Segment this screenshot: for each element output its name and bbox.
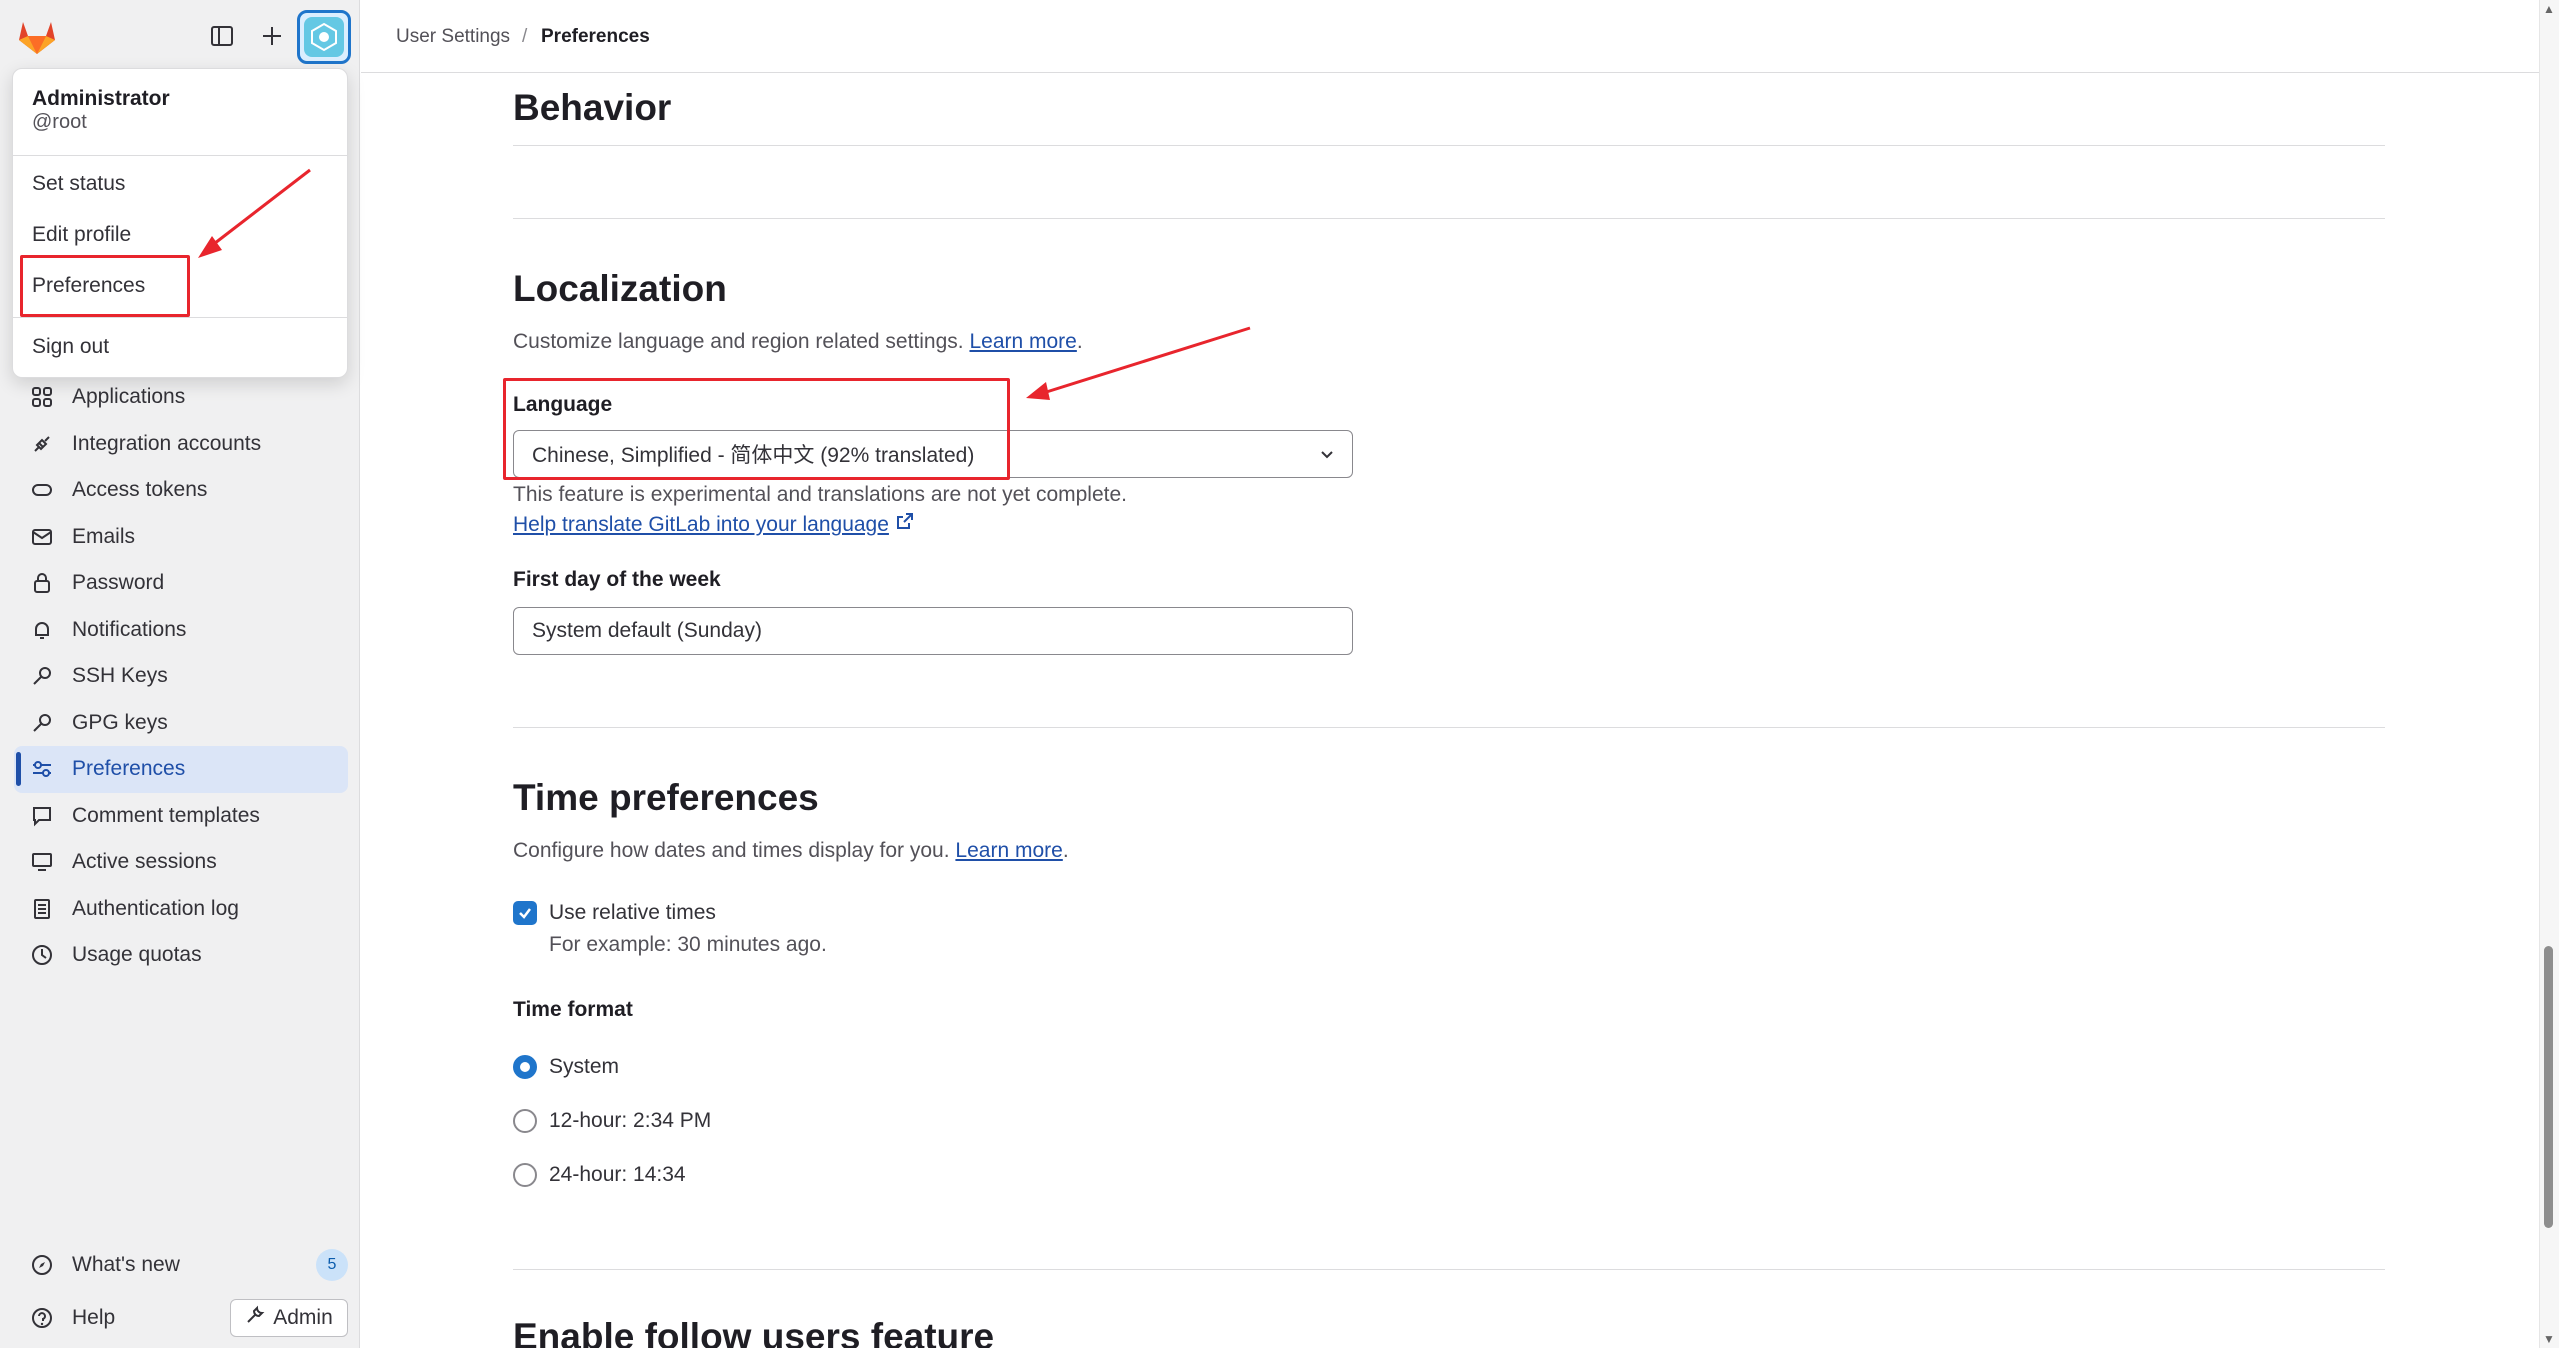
scroll-down-icon[interactable]: ▼ xyxy=(2543,1332,2555,1346)
scrollbar-thumb[interactable] xyxy=(2544,946,2553,1228)
scroll-up-icon[interactable]: ▲ xyxy=(2543,2,2555,16)
annotation-arrows xyxy=(198,168,1251,400)
